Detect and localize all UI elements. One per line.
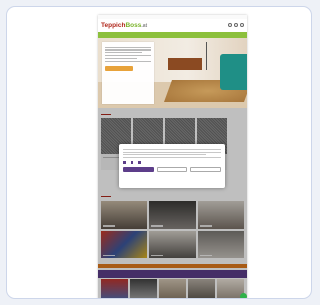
screenshot-frame: Teppich Boss .at — [6, 6, 312, 299]
header-icons — [228, 23, 244, 27]
text-line — [123, 154, 207, 156]
utility-bar — [98, 15, 247, 19]
text-line — [105, 54, 151, 57]
text-line — [123, 157, 221, 159]
settings-button[interactable] — [190, 166, 222, 172]
cookie-option[interactable] — [123, 161, 126, 164]
text-line — [105, 57, 138, 59]
cart-icon[interactable] — [240, 23, 244, 27]
chat-bubble-icon[interactable] — [240, 293, 247, 298]
logo-tld: .at — [141, 23, 148, 29]
hero-sideboard — [168, 58, 202, 70]
cookie-consent-dialog — [119, 144, 225, 188]
accept-all-button[interactable] — [123, 166, 154, 172]
text-line — [105, 49, 151, 51]
cookie-buttons — [123, 166, 222, 172]
checkbox-icon — [130, 161, 133, 164]
cookie-option[interactable] — [138, 161, 141, 164]
checkbox-icon — [123, 161, 126, 164]
reject-button[interactable] — [156, 166, 188, 172]
text-line — [105, 52, 142, 54]
checkbox-icon — [138, 161, 141, 164]
account-icon[interactable] — [234, 23, 238, 27]
search-icon[interactable] — [228, 23, 232, 27]
text-line — [105, 60, 151, 62]
cookie-overlay — [98, 108, 247, 298]
text-line — [123, 151, 221, 153]
text-line — [105, 46, 151, 48]
hero-lamp — [206, 42, 207, 70]
logo-text-2: Boss — [125, 22, 142, 29]
logo-text-1: Teppich — [101, 22, 126, 29]
hero-banner — [98, 38, 247, 108]
site-logo[interactable]: Teppich Boss .at — [101, 21, 147, 31]
hero-cta-button[interactable] — [105, 65, 133, 71]
hero-sofa — [220, 54, 247, 90]
cookie-option[interactable] — [130, 161, 133, 164]
cookie-options — [123, 161, 221, 164]
text-line — [123, 148, 221, 150]
hero-text-card — [102, 42, 154, 104]
